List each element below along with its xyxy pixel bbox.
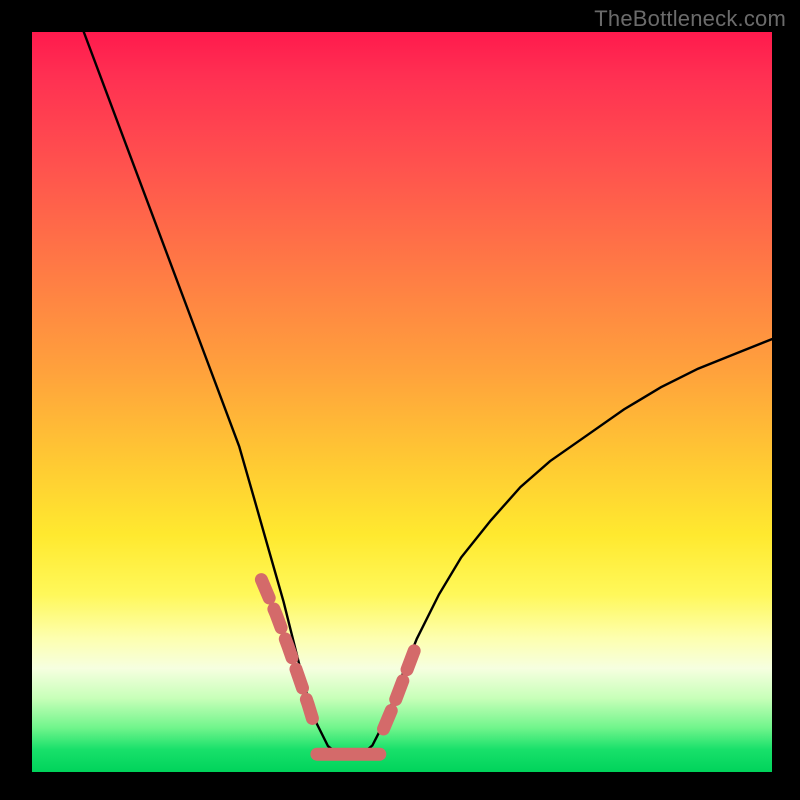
watermark-text: TheBottleneck.com xyxy=(594,6,786,32)
bottleneck-curve xyxy=(84,32,772,757)
highlight-right xyxy=(384,646,417,729)
plot-area xyxy=(32,32,772,772)
highlight-left xyxy=(261,580,315,727)
curve-layer xyxy=(32,32,772,772)
chart-frame: TheBottleneck.com xyxy=(0,0,800,800)
